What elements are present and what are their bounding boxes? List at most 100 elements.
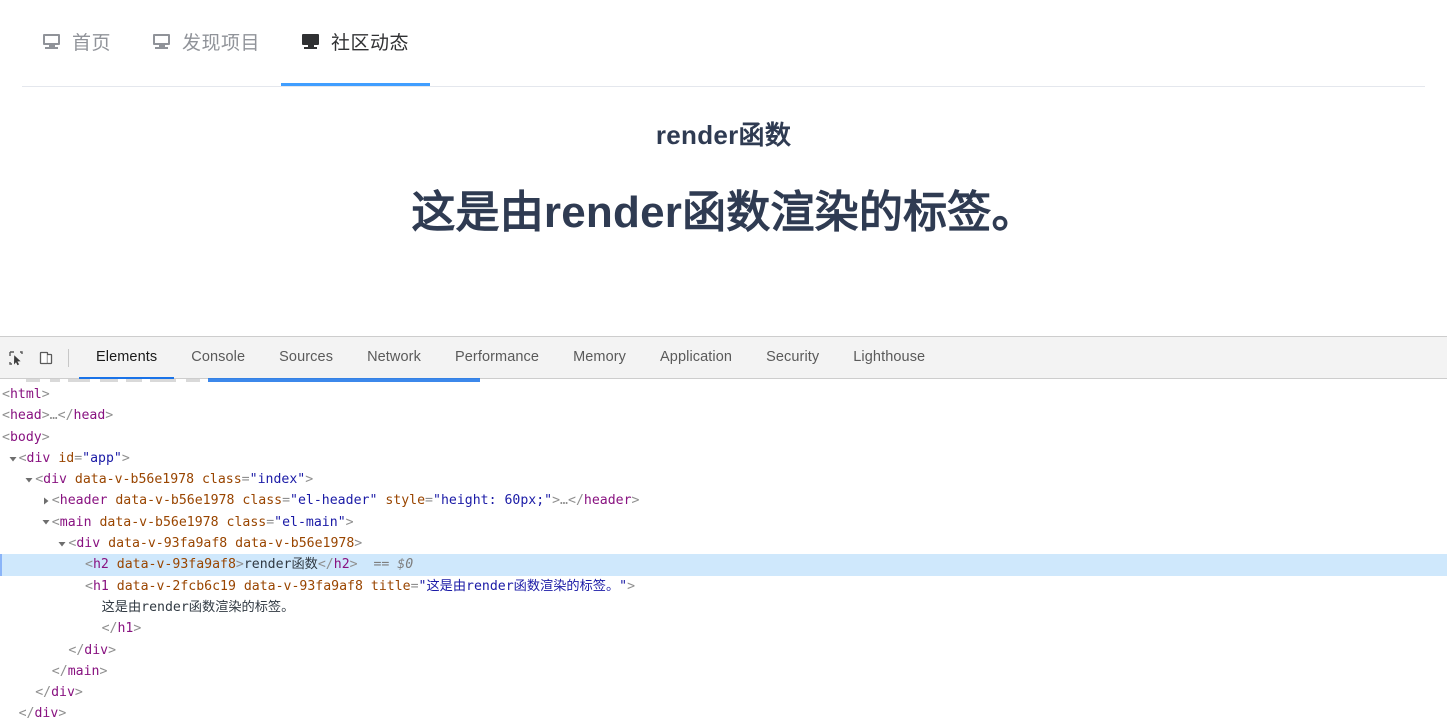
dom-token-punct: > — [627, 578, 636, 594]
tab-network[interactable]: Network — [350, 337, 438, 379]
dom-node-content: <div data-v-b56e1978 class="index"> — [35, 469, 313, 490]
dom-node-row[interactable]: <header data-v-b56e1978 class="el-header… — [0, 490, 1447, 511]
dom-node-row[interactable]: 这是由render函数渲染的标签。 — [0, 597, 1447, 618]
nav-item-1[interactable]: 发现项目 — [132, 0, 281, 86]
toolbar-divider — [68, 348, 69, 367]
dom-node-row[interactable]: </div> — [0, 703, 1447, 719]
tab-security[interactable]: Security — [749, 337, 836, 379]
dom-token-tag: main — [67, 663, 100, 679]
dom-token-punct: < — [18, 450, 27, 466]
dom-token-punct: > — [74, 685, 83, 701]
dom-token-attr: data-v-b56e1978 — [74, 472, 195, 488]
chevron-down-icon[interactable] — [23, 469, 35, 490]
dom-node-row[interactable]: <h2 data-v-93fa9af8>render函数</h2> == $0 — [0, 554, 1447, 576]
inspect-element-icon[interactable] — [2, 344, 30, 372]
dom-node-row[interactable]: <head>…</head> — [0, 405, 1447, 426]
dom-token-ref: == $0 — [357, 557, 414, 573]
dom-node-content: </h1> — [102, 618, 142, 639]
dom-token-val: "这是由render函数渲染的标签。" — [418, 578, 628, 594]
dom-token-punct — [67, 472, 75, 487]
dom-node-content: </div> — [35, 682, 83, 703]
chevron-right-icon[interactable] — [0, 405, 2, 426]
nav-item-label: 社区动态 — [331, 33, 410, 54]
tab-elements[interactable]: Elements — [79, 337, 175, 379]
dom-token-punct: < — [2, 387, 10, 402]
dom-token-ghost: … — [49, 408, 58, 424]
browser-page-viewport: 首页 发现项目 社区动态 render函数 这是由render函数渲染的标签。 — [0, 0, 1447, 336]
tab-performance[interactable]: Performance — [438, 337, 556, 379]
dom-token-tag: div — [84, 642, 109, 658]
dom-node-row[interactable]: </h1> — [0, 618, 1447, 639]
dom-token-punct: < — [2, 429, 10, 445]
dom-token-text: render函数 — [243, 557, 318, 573]
tab-memory[interactable]: Memory — [556, 337, 643, 379]
dom-node-row[interactable]: <html> — [0, 384, 1447, 405]
dom-token-val: "el-header" — [290, 493, 378, 509]
dom-token-attr: data-v-b56e1978 — [115, 493, 235, 509]
dom-node-row[interactable]: <div data-v-b56e1978 class="index"> — [0, 469, 1447, 490]
tab-sources[interactable]: Sources — [262, 337, 350, 379]
dom-token-attr: id — [58, 450, 75, 466]
dom-token-punct: < — [2, 408, 10, 424]
tab-console[interactable]: Console — [174, 337, 262, 379]
dom-node-content: 这是由render函数渲染的标签。 — [102, 597, 295, 618]
dom-token-punct — [100, 536, 108, 551]
nav-item-label: 发现项目 — [182, 33, 261, 54]
dom-token-punct: > — [349, 557, 358, 573]
dom-token-attr: data-v-b56e1978 — [99, 514, 219, 530]
dom-node-content: <main data-v-b56e1978 class="el-main"> — [52, 512, 354, 533]
dom-token-ghost: … — [560, 493, 568, 509]
dom-node-content: <h1 data-v-2fcb6c19 data-v-93fa9af8 titl… — [85, 576, 635, 597]
dom-token-punct: </ — [68, 642, 85, 658]
dom-node-content: <header data-v-b56e1978 class="el-header… — [52, 490, 640, 511]
chevron-right-icon[interactable] — [40, 490, 52, 511]
chevron-down-icon[interactable] — [7, 448, 19, 469]
dom-token-tag: header — [583, 493, 632, 509]
dom-token-punct: > — [133, 621, 142, 637]
app-header: 首页 发现项目 社区动态 — [0, 0, 1447, 86]
dom-node-row[interactable]: <div id="app"> — [0, 448, 1447, 469]
dom-token-val: "el-main" — [274, 514, 346, 530]
page-title: 这是由render函数渲染的标签。 — [411, 187, 1036, 237]
chevron-down-icon[interactable] — [56, 533, 68, 554]
dom-token-punct: > — [552, 493, 561, 509]
dom-token-punct — [363, 579, 371, 594]
nav-item-2[interactable]: 社区动态 — [281, 0, 431, 86]
dom-node-row[interactable]: <h1 data-v-2fcb6c19 data-v-93fa9af8 titl… — [0, 576, 1447, 597]
monitor-icon — [302, 34, 320, 49]
dom-node-row[interactable]: <div data-v-93fa9af8 data-v-b56e1978> — [0, 533, 1447, 554]
dom-token-punct: < — [51, 514, 60, 530]
dom-token-punct: > — [41, 387, 50, 402]
dom-token-val: "app" — [82, 450, 122, 466]
header-divider — [22, 86, 1425, 87]
dom-token-punct: < — [85, 557, 93, 573]
dom-token-punct: </ — [51, 663, 68, 679]
device-toolbar-icon[interactable] — [32, 344, 60, 372]
tab-application[interactable]: Application — [643, 337, 749, 379]
dom-token-punct: </ — [18, 706, 35, 719]
dom-token-tag: div — [51, 685, 75, 701]
app-main: render函数 这是由render函数渲染的标签。 — [0, 86, 1447, 240]
dom-node-row[interactable]: </main> — [0, 661, 1447, 682]
dom-node-content: <html> — [2, 384, 50, 405]
dom-token-punct — [227, 536, 235, 551]
dom-token-attr: data-v-93fa9af8 — [116, 557, 236, 573]
tab-lighthouse[interactable]: Lighthouse — [836, 337, 942, 379]
dom-token-attr: class — [201, 472, 242, 488]
dom-token-tag: head — [73, 408, 106, 424]
page-subtitle: render函数 — [655, 120, 792, 150]
dom-token-tag: h1 — [117, 621, 134, 637]
dom-token-punct: </ — [317, 557, 334, 573]
dom-tree[interactable]: <html> <head>…</head> <body> <div id="app">… — [0, 379, 1447, 719]
dom-token-punct: </ — [101, 621, 118, 637]
dom-node-row[interactable]: </div> — [0, 640, 1447, 661]
nav-item-0[interactable]: 首页 — [22, 0, 132, 86]
dom-token-punct — [194, 472, 202, 487]
dom-node-row[interactable]: <main data-v-b56e1978 class="el-main"> — [0, 512, 1447, 533]
dom-token-punct — [109, 557, 117, 572]
chevron-down-icon[interactable] — [40, 512, 52, 533]
chevron-down-icon[interactable] — [0, 427, 2, 448]
dom-node-content: </div> — [19, 703, 67, 719]
dom-node-row[interactable]: <body> — [0, 427, 1447, 448]
dom-node-row[interactable]: </div> — [0, 682, 1447, 703]
